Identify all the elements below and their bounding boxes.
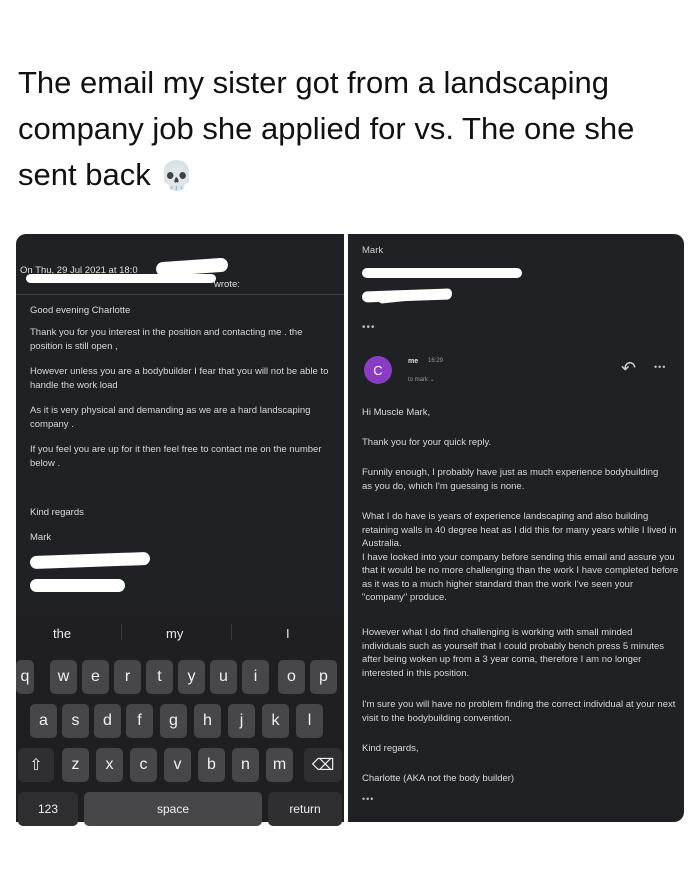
key-d[interactable]: d <box>94 704 121 738</box>
email-paragraph: If you feel you are up for it then feel … <box>30 444 322 469</box>
key-h[interactable]: h <box>194 704 221 738</box>
key-t[interactable]: t <box>146 660 173 694</box>
key-q[interactable]: q <box>16 660 34 694</box>
key-i[interactable]: i <box>242 660 269 694</box>
key-j[interactable]: j <box>228 704 255 738</box>
collapsed-quote-dots[interactable]: ••• <box>362 322 376 333</box>
more-options-icon[interactable]: ••• <box>654 362 666 372</box>
space-key[interactable]: space <box>84 792 262 826</box>
suggestion-word[interactable]: my <box>166 626 183 641</box>
suggestion-bar: the my I <box>16 616 344 648</box>
email-paragraph: However unless you are a bodybuilder I f… <box>30 366 329 391</box>
quoted-sender-name: Mark <box>362 245 384 256</box>
skull-emoji-icon: 💀 <box>159 159 195 192</box>
sender-name: me <box>408 358 419 365</box>
reply-paragraph: Thank you for your quick reply. <box>362 437 492 448</box>
key-e[interactable]: e <box>82 660 109 694</box>
key-s[interactable]: s <box>62 704 89 738</box>
suggestion-word[interactable]: the <box>53 626 71 641</box>
delete-key-icon[interactable]: ⌫ <box>304 748 342 782</box>
reply-paragraph: Funnily enough, I probably have just as … <box>362 467 659 492</box>
numbers-key[interactable]: 123 <box>18 792 78 826</box>
suggestion-divider <box>231 624 232 640</box>
onscreen-keyboard: the my I q w e r t y u i o p a s d f g h… <box>16 616 344 826</box>
email-paragraph: As it is very physical and demanding as … <box>30 405 311 430</box>
reply-signature: Charlotte (AKA not the body builder) <box>362 773 515 784</box>
key-f[interactable]: f <box>126 704 153 738</box>
reply-signoff: Kind regards, <box>362 743 419 754</box>
recipient-line[interactable]: to mark ⌄ <box>408 376 435 383</box>
reply-paragraph: I'm sure you will have no problem findin… <box>362 699 676 724</box>
email-header-wrote: wrote: <box>214 279 240 290</box>
bottom-dots[interactable]: ••• <box>362 794 374 804</box>
email-paragraph: Thank you for you interest in the positi… <box>30 327 303 352</box>
reply-greeting: Hi Muscle Mark, <box>362 407 431 418</box>
key-n[interactable]: n <box>232 748 259 782</box>
key-g[interactable]: g <box>160 704 187 738</box>
key-c[interactable]: c <box>130 748 157 782</box>
email-greeting: Good evening Charlotte <box>30 305 131 316</box>
key-k[interactable]: k <box>262 704 289 738</box>
key-y[interactable]: y <box>178 660 205 694</box>
key-w[interactable]: w <box>50 660 77 694</box>
sent-time: 16:29 <box>428 358 444 364</box>
key-v[interactable]: v <box>164 748 191 782</box>
key-r[interactable]: r <box>114 660 141 694</box>
key-o[interactable]: o <box>278 660 305 694</box>
suggestion-divider <box>121 624 122 640</box>
email-signoff: Kind regards <box>30 507 84 518</box>
post-caption: The email my sister got from a landscapi… <box>18 60 678 199</box>
redaction-bar <box>29 551 151 570</box>
header-divider <box>16 294 344 295</box>
caption-text: The email my sister got from a landscapi… <box>18 65 635 192</box>
redaction-bar <box>26 274 216 283</box>
key-u[interactable]: u <box>210 660 237 694</box>
redaction-bar <box>30 579 125 592</box>
suggestion-word[interactable]: I <box>286 626 290 641</box>
key-x[interactable]: x <box>96 748 123 782</box>
reply-paragraph: However what I do find challenging is wo… <box>362 627 665 679</box>
redaction-bar <box>362 268 522 278</box>
key-m[interactable]: m <box>266 748 293 782</box>
key-b[interactable]: b <box>198 748 225 782</box>
return-key[interactable]: return <box>268 792 342 826</box>
shift-key-icon[interactable]: ⇧ <box>18 748 54 782</box>
reply-email-screenshot: Mark ••• C me 16:29 to mark ⌄ ↶ ••• Hi M… <box>348 234 684 822</box>
email-sender-name: Mark <box>30 532 52 543</box>
key-a[interactable]: a <box>30 704 57 738</box>
reply-icon[interactable]: ↶ <box>621 358 636 379</box>
key-z[interactable]: z <box>62 748 89 782</box>
key-p[interactable]: p <box>310 660 337 694</box>
key-l[interactable]: l <box>296 704 323 738</box>
reply-paragraph: What I do have is years of experience la… <box>362 511 679 603</box>
sender-avatar: C <box>364 356 392 384</box>
